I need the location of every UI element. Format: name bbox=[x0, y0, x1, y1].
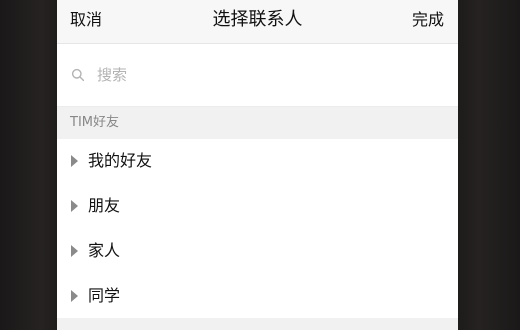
contact-group-list: 我的好友 朋友 家人 同学 bbox=[57, 139, 458, 319]
contact-picker-sheet: 取消 选择联系人 完成 TIM好友 我的好友 朋友 家人 同学 bbox=[57, 0, 458, 330]
group-label: 朋友 bbox=[88, 196, 121, 215]
done-button[interactable]: 完成 bbox=[412, 10, 444, 30]
group-label: 我的好友 bbox=[88, 151, 153, 170]
page-title: 选择联系人 bbox=[212, 9, 303, 30]
caret-right-icon bbox=[71, 290, 78, 302]
group-item-friends[interactable]: 朋友 bbox=[57, 184, 458, 229]
section-footer bbox=[57, 318, 458, 330]
caret-right-icon bbox=[71, 155, 78, 167]
section-header: TIM好友 bbox=[57, 107, 458, 139]
group-item-my-friends[interactable]: 我的好友 bbox=[57, 139, 458, 184]
group-item-classmates[interactable]: 同学 bbox=[57, 274, 458, 319]
search-bar bbox=[57, 44, 458, 107]
search-icon bbox=[71, 68, 85, 82]
group-label: 同学 bbox=[88, 286, 121, 305]
caret-right-icon bbox=[71, 200, 78, 212]
navigation-bar: 取消 选择联系人 完成 bbox=[57, 0, 458, 44]
search-input[interactable] bbox=[97, 64, 437, 86]
section-title: TIM好友 bbox=[70, 115, 119, 130]
group-item-family[interactable]: 家人 bbox=[57, 229, 458, 274]
caret-right-icon bbox=[71, 245, 78, 257]
group-label: 家人 bbox=[88, 241, 121, 260]
